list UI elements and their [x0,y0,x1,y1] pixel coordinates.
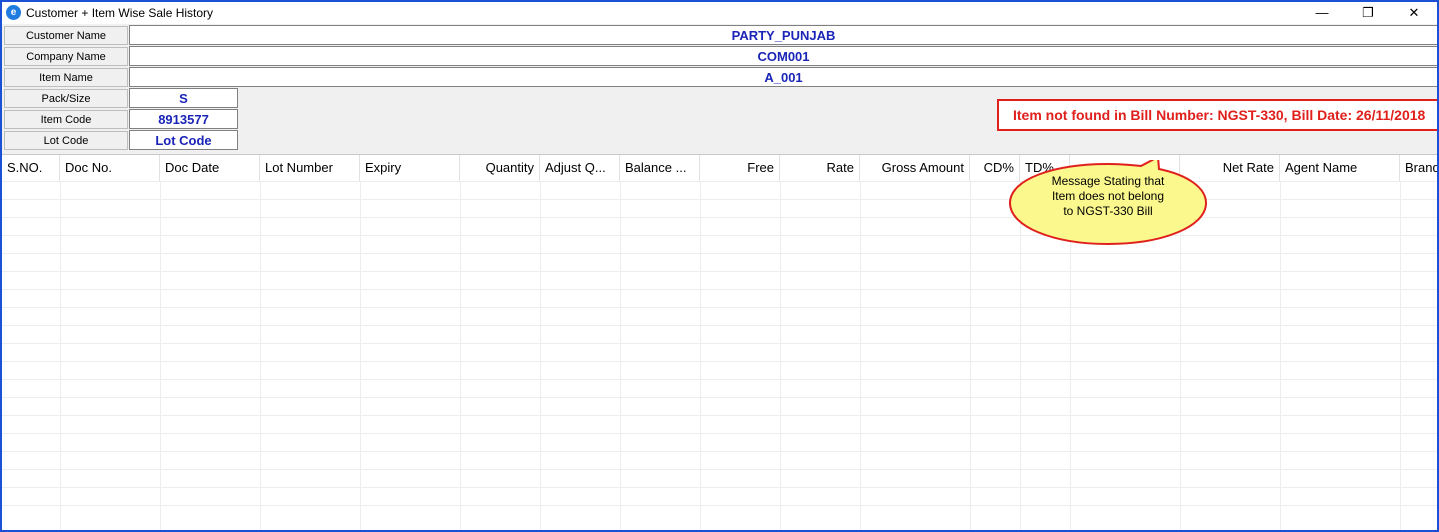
grid-row-line [2,271,1437,272]
grid-row-line [2,325,1437,326]
column-header-doc-no[interactable]: Doc No. [60,155,160,181]
grid-col-line [460,181,461,530]
column-header-adjust-qty[interactable]: Adjust Q... [540,155,620,181]
grid-row-line [2,199,1437,200]
column-header-brand[interactable]: Brand [1400,155,1437,181]
restore-button[interactable]: ❐ [1345,2,1391,24]
column-header-rate[interactable]: Rate [780,155,860,181]
company-name-field[interactable]: COM001 [129,46,1437,66]
pack-size-label: Pack/Size [4,89,128,108]
grid-col-line [1400,181,1401,530]
filter-form: Customer Name PARTY_PUNJAB Company Name … [2,24,1437,154]
column-header-free[interactable]: Free [700,155,780,181]
close-button[interactable]: ✕ [1391,2,1437,24]
column-header-lot-number[interactable]: Lot Number [260,155,360,181]
grid-row-line [2,415,1437,416]
grid-col-line [540,181,541,530]
grid-row-line [2,451,1437,452]
customer-name-field[interactable]: PARTY_PUNJAB [129,25,1437,45]
column-header-gross-amount[interactable]: Gross Amount [860,155,970,181]
app-icon: e [6,5,21,20]
item-name-field[interactable]: A_001 [129,67,1437,87]
callout-line-2: Item does not belong [1051,189,1165,203]
grid-row-line [2,379,1437,380]
grid-row-line [2,505,1437,506]
header-divider [2,181,1437,182]
grid-col-line [780,181,781,530]
callout-message: Message Stating that Item does not belon… [1032,174,1184,219]
column-header-doc-date[interactable]: Doc Date [160,155,260,181]
title-bar: e Customer + Item Wise Sale History — ❐ … [2,2,1437,24]
company-name-label: Company Name [4,47,128,66]
grid-col-line [160,181,161,530]
item-code-label: Item Code [4,110,128,129]
callout-line-1: Message Stating that [1051,174,1165,188]
grid-row-line [2,343,1437,344]
item-code-field[interactable]: 8913577 [129,109,238,129]
window-title: Customer + Item Wise Sale History [26,6,214,20]
item-not-found-alert: Item not found in Bill Number: NGST-330,… [997,99,1437,131]
grid-row-line [2,469,1437,470]
customer-name-label: Customer Name [4,26,128,45]
grid-row-line [2,217,1437,218]
callout-line-3: to NGST-330 Bill [1063,204,1153,218]
column-header-agent-name[interactable]: Agent Name [1280,155,1400,181]
grid-col-line [60,181,61,530]
pack-size-field[interactable]: S [129,88,238,108]
sale-history-grid[interactable]: S.NO. Doc No. Doc Date Lot Number Expiry… [2,154,1437,530]
grid-row-line [2,361,1437,362]
sale-history-window: e Customer + Item Wise Sale History — ❐ … [0,0,1439,532]
grid-row-line [2,397,1437,398]
grid-col-line [700,181,701,530]
grid-row-line [2,307,1437,308]
item-name-label: Item Name [4,68,128,87]
grid-col-line [970,181,971,530]
lot-code-field[interactable]: Lot Code [129,130,238,150]
grid-col-line [1280,181,1281,530]
grid-col-line [260,181,261,530]
grid-row-line [2,433,1437,434]
lot-code-label: Lot Code [4,131,128,150]
column-header-expiry[interactable]: Expiry [360,155,460,181]
column-header-quantity[interactable]: Quantity [460,155,540,181]
grid-row-line [2,253,1437,254]
grid-col-line [360,181,361,530]
column-header-sno[interactable]: S.NO. [2,155,60,181]
grid-row-line [2,235,1437,236]
column-header-balance[interactable]: Balance ... [620,155,700,181]
grid-col-line [860,181,861,530]
grid-col-line [620,181,621,530]
minimize-button[interactable]: — [1299,2,1345,24]
grid-row-line [2,289,1437,290]
grid-row-line [2,487,1437,488]
